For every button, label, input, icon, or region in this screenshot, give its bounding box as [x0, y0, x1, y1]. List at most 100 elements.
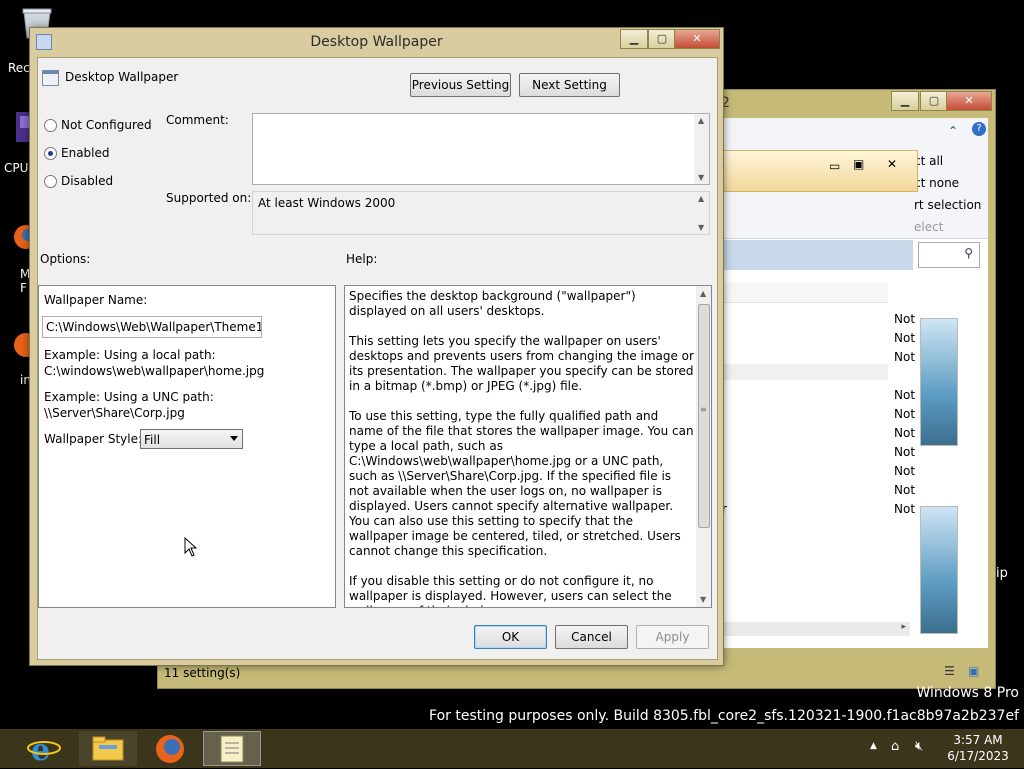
show-hidden-icons-icon[interactable]: ▲ [870, 741, 877, 751]
maximize-button[interactable]: ▢ [648, 29, 676, 49]
scroll-down-icon[interactable]: ▼ [700, 595, 706, 604]
example-unc-label: Example: Using a UNC path: [44, 390, 214, 404]
wallpaper-style-value: Fill [144, 433, 161, 447]
notepad-icon [220, 735, 244, 763]
third-window-titlebar[interactable]: ▭ ▣ ✕ [720, 150, 918, 192]
taskbar-item-file-explorer[interactable] [79, 731, 137, 766]
taskbar-item-ie[interactable]: e [16, 731, 74, 768]
list-item-state[interactable]: Not [894, 483, 915, 497]
horizontal-scrollbar[interactable]: ▸ [718, 622, 910, 636]
list-item-state[interactable]: Not [894, 331, 915, 345]
search-icon: ⚲ [964, 246, 973, 260]
build-watermark: For testing purposes only. Build 8305.fb… [429, 708, 1019, 724]
large-icons-view-icon[interactable]: ▣ [968, 664, 979, 678]
close-button[interactable]: ✕ [674, 29, 720, 49]
comment-textarea[interactable]: ▲ ▼ [252, 113, 710, 185]
minimize-button[interactable]: ▁ [891, 91, 919, 111]
wallpaper-name-label: Wallpaper Name: [44, 293, 148, 307]
previous-setting-button[interactable]: Previous Setting [410, 73, 511, 97]
setting-icon [42, 70, 59, 86]
scroll-down-icon[interactable]: ▼ [698, 173, 704, 182]
list-item-state[interactable]: Not [894, 407, 915, 421]
column-header[interactable] [718, 282, 888, 303]
maximize-button[interactable]: ▢ [920, 91, 948, 111]
radio-disabled[interactable] [44, 175, 57, 188]
help-paragraph: This setting lets you specify the wallpa… [349, 334, 694, 393]
options-panel: Wallpaper Name: C:\Windows\Web\Wallpaper… [38, 285, 336, 608]
close-button[interactable]: ✕ [946, 91, 992, 111]
list-item-state[interactable]: Not [894, 464, 915, 478]
ribbon-select-none[interactable]: ct none [914, 176, 959, 190]
scroll-up-icon[interactable]: ▲ [698, 116, 704, 125]
help-paragraph: If you disable this setting or do not co… [349, 574, 672, 607]
list-item-state[interactable]: Not [894, 502, 915, 516]
example-unc-path: \\Server\Share\Corp.jpg [44, 406, 185, 420]
supported-scrollbar[interactable]: ▲ ▼ [694, 192, 709, 234]
example-local-path: C:\windows\web\wallpaper\home.jpg [44, 364, 265, 378]
close-icon: ✕ [692, 32, 702, 45]
list-item-state[interactable]: Not [894, 388, 915, 402]
cancel-button[interactable]: Cancel [555, 625, 628, 649]
list-item-state[interactable]: Not [894, 350, 915, 364]
help-scrollbar[interactable]: ▲ ≡ ▼ [696, 285, 712, 608]
details-view-icon[interactable]: ☰ [944, 664, 955, 678]
wallpaper-name-value: C:\Windows\Web\Wallpaper\Theme1\in [46, 320, 262, 334]
help-text: Specifies the desktop background ("wallp… [349, 289, 694, 607]
supported-on-value: At least Windows 2000 [258, 196, 396, 210]
list-item-state[interactable]: Not [894, 445, 915, 459]
thumbnail-image[interactable] [920, 318, 958, 446]
close-icon[interactable]: ✕ [887, 157, 897, 171]
wallpaper-name-input[interactable]: C:\Windows\Web\Wallpaper\Theme1\in [42, 316, 262, 338]
radio-disabled-label[interactable]: Disabled [61, 174, 113, 188]
dialog-client-area: Desktop Wallpaper Previous Setting Next … [37, 57, 718, 660]
list-item-state[interactable]: Not [894, 426, 915, 440]
taskbar-item-firefox[interactable] [141, 731, 199, 766]
ok-button[interactable]: OK [474, 625, 547, 649]
ribbon-select-all[interactable]: ct all [914, 154, 943, 168]
address-bar[interactable] [718, 240, 913, 270]
next-setting-button[interactable]: Next Setting [519, 73, 620, 97]
scroll-right-icon[interactable]: ▸ [901, 622, 906, 632]
search-box[interactable]: ⚲ [918, 242, 980, 268]
network-icon[interactable]: ⌂ [891, 739, 899, 754]
radio-not-configured[interactable] [44, 119, 57, 132]
mouse-cursor-icon [184, 537, 198, 557]
radio-enabled-label[interactable]: Enabled [61, 146, 110, 160]
scroll-thumb[interactable]: ≡ [698, 304, 710, 528]
windows-edition-watermark: Windows 8 Pro [916, 685, 1019, 701]
maximize-icon: ▢ [928, 94, 940, 107]
supported-on-field: At least Windows 2000 ▲ ▼ [252, 191, 710, 235]
ribbon-invert-selection[interactable]: rt selection [914, 198, 981, 212]
taskbar-item-notepad[interactable] [203, 731, 261, 766]
list-item-state[interactable]: Not [894, 312, 915, 326]
clock[interactable]: 3:57 AM 6/17/2023 [938, 732, 1018, 764]
ribbon-up-icon[interactable]: ⌃ [948, 124, 958, 138]
thumbnail-image[interactable] [920, 506, 958, 634]
minimize-button[interactable]: ▁ [620, 29, 648, 49]
radio-enabled[interactable] [44, 147, 57, 160]
comment-scrollbar[interactable]: ▲ ▼ [694, 114, 709, 184]
ie-icon: e [27, 733, 61, 768]
scroll-up-icon[interactable]: ▲ [700, 289, 706, 298]
minimize-icon[interactable]: ▭ [829, 159, 840, 173]
wallpaper-style-select[interactable]: Fill [140, 429, 243, 449]
scroll-up-icon[interactable]: ▲ [698, 194, 704, 203]
desktop-wallpaper-dialog[interactable]: Desktop Wallpaper ▁ ▢ ✕ Desktop Wallpape… [29, 27, 724, 666]
scroll-down-icon[interactable]: ▼ [698, 223, 704, 232]
minimize-icon: ▁ [629, 32, 639, 45]
example-local-label: Example: Using a local path: [44, 348, 216, 362]
close-icon: ✕ [964, 94, 974, 107]
radio-not-configured-label[interactable]: Not Configured [61, 118, 152, 132]
svg-text:e: e [31, 733, 50, 766]
help-panel: Specifies the desktop background ("wallp… [344, 285, 697, 608]
maximize-icon[interactable]: ▣ [853, 157, 864, 171]
apply-button[interactable]: Apply [636, 625, 709, 649]
firefox-icon [156, 735, 184, 763]
help-section-label: Help: [346, 252, 378, 266]
desktop-side-text: ip [996, 566, 1008, 581]
help-paragraph: To use this setting, type the fully qual… [349, 409, 694, 558]
volume-muted-icon[interactable]: 🔇︎ [915, 739, 923, 754]
clock-date: 6/17/2023 [947, 749, 1009, 763]
file-explorer-icon [92, 736, 124, 761]
help-icon[interactable]: ? [972, 122, 986, 136]
